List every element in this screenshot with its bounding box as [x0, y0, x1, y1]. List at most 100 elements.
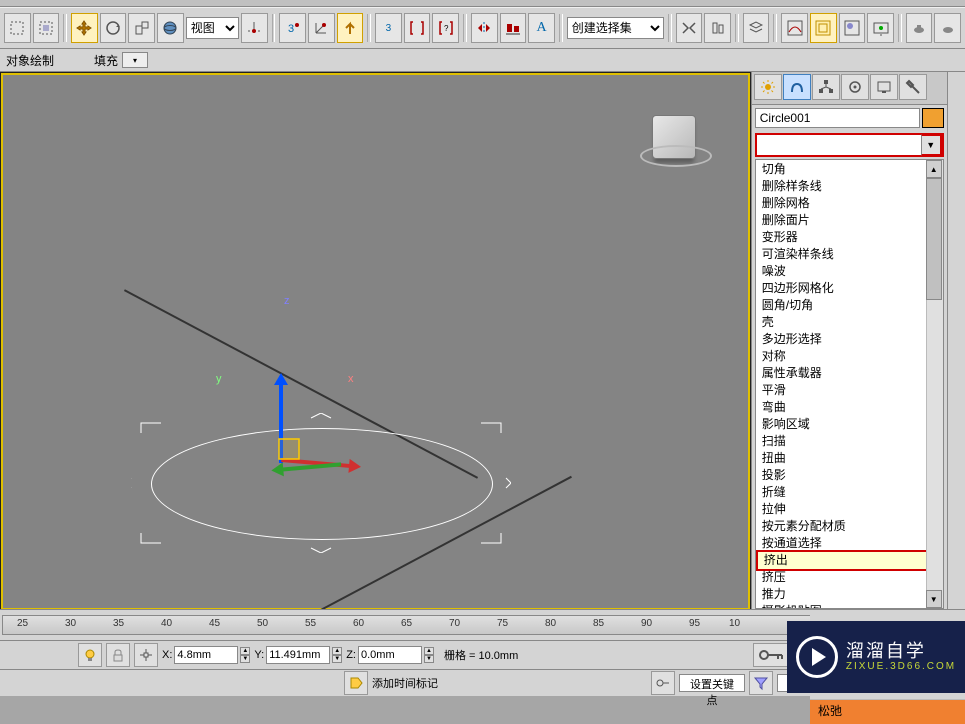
tab-hierarchy[interactable]	[812, 74, 840, 100]
mirror-tool-button[interactable]	[676, 13, 703, 43]
text-button[interactable]: A	[528, 13, 555, 43]
named-selection-combo[interactable]: 创建选择集	[567, 17, 664, 39]
add-time-tag-label[interactable]: 添加时间标记	[372, 675, 438, 691]
modifier-item[interactable]: 噪波	[756, 263, 943, 280]
time-tick: 95	[689, 618, 700, 629]
tab-motion[interactable]	[841, 74, 869, 100]
modifier-item[interactable]: 对称	[756, 348, 943, 365]
tab-display[interactable]	[870, 74, 898, 100]
select-rect-button[interactable]	[4, 13, 31, 43]
modifier-item[interactable]: 弯曲	[756, 399, 943, 416]
object-color-swatch[interactable]	[922, 108, 944, 128]
modifier-item-extrude[interactable]: 挤出	[756, 550, 943, 571]
modifier-item[interactable]: 删除面片	[756, 212, 943, 229]
modifier-item[interactable]: 可渲染样条线	[756, 246, 943, 263]
scrollbar[interactable]: ▲ ▼	[926, 160, 943, 608]
modifier-item[interactable]: 扭曲	[756, 450, 943, 467]
key-filters-icon-button[interactable]	[749, 671, 773, 695]
named-sel-button[interactable]: ?	[432, 13, 459, 43]
render-setup-button[interactable]	[867, 13, 894, 43]
scroll-thumb[interactable]	[926, 178, 942, 300]
modifier-item[interactable]: 变形器	[756, 229, 943, 246]
object-paint-label: 对象绘制	[6, 52, 54, 69]
z-spinner[interactable]: ▲▼	[424, 647, 434, 663]
mirror-button[interactable]	[471, 13, 498, 43]
use-pivot-button[interactable]	[241, 13, 268, 43]
modifier-item[interactable]: 壳	[756, 314, 943, 331]
time-tick: 75	[497, 618, 508, 629]
tag-button[interactable]	[344, 671, 368, 695]
separator	[735, 14, 739, 42]
spinner-snap-button[interactable]: 3	[375, 13, 402, 43]
y-spinner[interactable]: ▲▼	[332, 647, 342, 663]
sun-icon	[760, 79, 776, 95]
modifier-list-input[interactable]	[757, 137, 921, 153]
render-button[interactable]	[934, 13, 961, 43]
percent-snap-button[interactable]	[337, 13, 364, 43]
align-tool-button[interactable]	[704, 13, 731, 43]
tab-modify[interactable]	[783, 74, 811, 100]
time-tick: 70	[449, 618, 460, 629]
viewport[interactable]: z x y	[0, 72, 751, 611]
modifier-item[interactable]: 推力	[756, 586, 943, 603]
rotate-button[interactable]	[100, 13, 127, 43]
modifier-item[interactable]: 拉伸	[756, 501, 943, 518]
move-button[interactable]	[71, 13, 98, 43]
separator	[773, 14, 777, 42]
curve-editor-button[interactable]	[781, 13, 808, 43]
modifier-item[interactable]: 扫描	[756, 433, 943, 450]
placement-button[interactable]	[157, 13, 184, 43]
y-input[interactable]	[266, 646, 330, 664]
fill-dropdown-icon[interactable]: ▾	[122, 52, 148, 68]
viewcube[interactable]	[638, 101, 710, 173]
lock-button[interactable]	[78, 643, 102, 667]
x-input[interactable]	[174, 646, 238, 664]
schematic-view-button[interactable]	[810, 13, 837, 43]
abs-rel-button[interactable]	[134, 643, 158, 667]
dropdown-icon[interactable]: ▼	[921, 134, 942, 156]
modifier-item[interactable]: 四边形网格化	[756, 280, 943, 297]
tab-create[interactable]	[754, 74, 782, 100]
scroll-up-icon[interactable]: ▲	[926, 160, 942, 178]
modifier-item[interactable]: 属性承载器	[756, 365, 943, 382]
crosshair-icon	[138, 647, 154, 663]
modifier-item[interactable]: 删除网格	[756, 195, 943, 212]
edit-named-sel-button[interactable]	[404, 13, 431, 43]
object-name-input[interactable]	[755, 108, 920, 128]
snap-toggle-button[interactable]: 3	[279, 13, 306, 43]
align-button[interactable]	[500, 13, 527, 43]
modifier-item[interactable]: 折缝	[756, 484, 943, 501]
layer-manager-button[interactable]	[743, 13, 770, 43]
transform-gizmo[interactable]	[281, 463, 283, 465]
modifier-item[interactable]: 圆角/切角	[756, 297, 943, 314]
key-button[interactable]	[753, 643, 789, 667]
select-object-button[interactable]	[33, 13, 60, 43]
angle-snap-button[interactable]	[308, 13, 335, 43]
modifier-list-combo[interactable]: ▼	[755, 133, 944, 157]
brackets-icon	[409, 20, 425, 36]
setkey-large-button[interactable]	[651, 671, 675, 695]
modifier-item[interactable]: 切角	[756, 161, 943, 178]
scale-button[interactable]	[128, 13, 155, 43]
ref-coord-select[interactable]: 视图	[186, 17, 239, 39]
modifier-item[interactable]: 平滑	[756, 382, 943, 399]
setkey-button[interactable]: 设置关键点	[679, 674, 745, 692]
separator	[463, 14, 467, 42]
param-row-highlight[interactable]: 松弛	[810, 699, 965, 724]
selection-lock-button[interactable]	[106, 643, 130, 667]
z-input[interactable]	[358, 646, 422, 664]
modifier-dropdown-list[interactable]: 切角 删除样条线 删除网格 删除面片 变形器 可渲染样条线 噪波 四边形网格化 …	[755, 159, 944, 609]
scroll-down-icon[interactable]: ▼	[926, 590, 942, 608]
modifier-item[interactable]: 影响区域	[756, 416, 943, 433]
x-spinner[interactable]: ▲▼	[240, 647, 250, 663]
modifier-item[interactable]: 多边形选择	[756, 331, 943, 348]
render-icon	[940, 20, 956, 36]
y-label: Y:	[254, 649, 264, 661]
render-frame-button[interactable]	[906, 13, 933, 43]
modifier-item[interactable]: 按元素分配材质	[756, 518, 943, 535]
modifier-item[interactable]: 删除样条线	[756, 178, 943, 195]
tab-utilities[interactable]	[899, 74, 927, 100]
modifier-item[interactable]: 投影	[756, 467, 943, 484]
modifier-item[interactable]: 挤压	[756, 569, 943, 586]
material-editor-button[interactable]	[839, 13, 866, 43]
